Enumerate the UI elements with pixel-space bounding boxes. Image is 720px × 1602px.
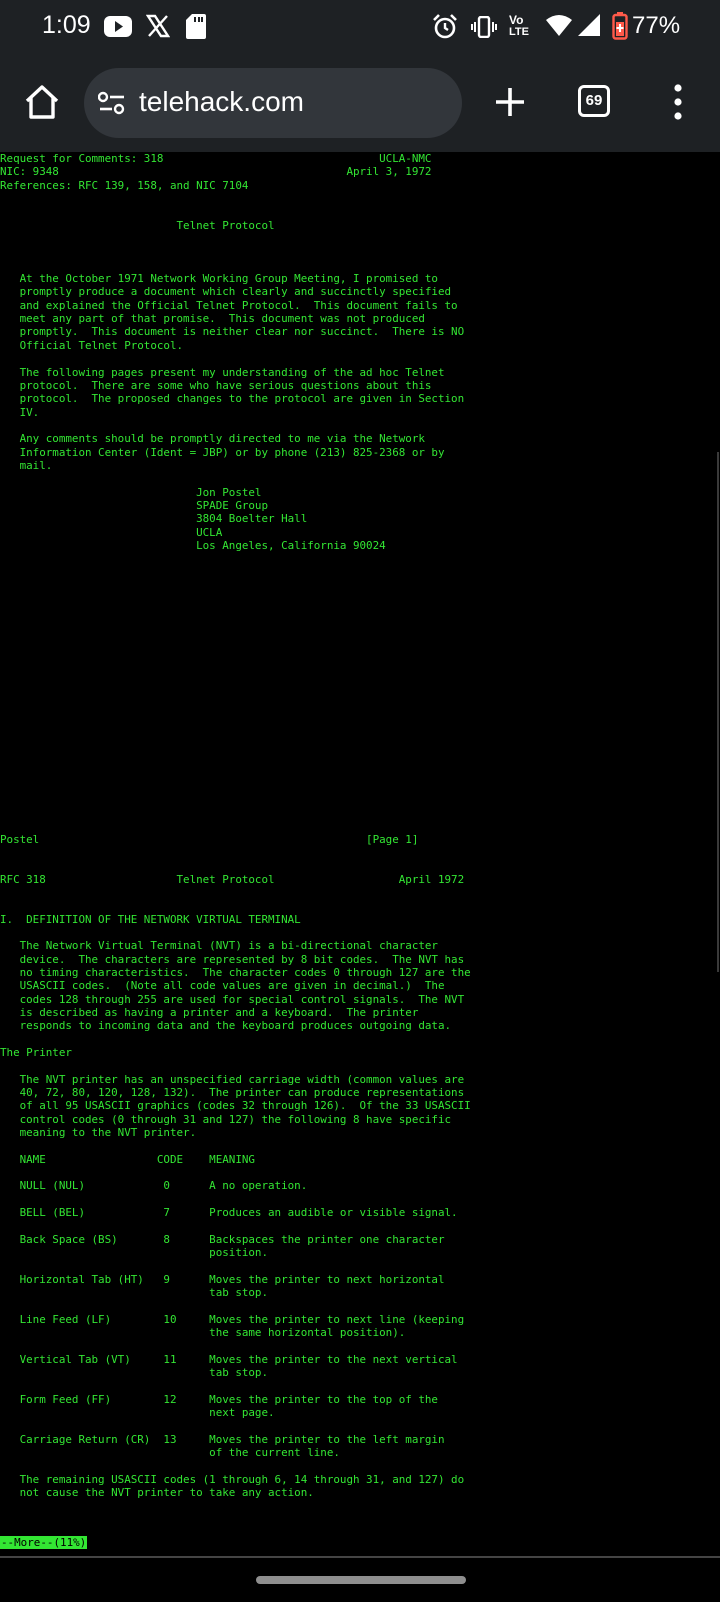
youtube-icon (104, 16, 132, 37)
url-text[interactable]: telehack.com (139, 86, 304, 118)
x-icon (146, 14, 170, 38)
address-bar[interactable]: telehack.com (84, 68, 462, 138)
tab-count: 69 (585, 92, 603, 109)
home-icon[interactable] (22, 82, 62, 122)
rfc-document-text: Request for Comments: 318 UCLA-NMC NIC: … (0, 152, 471, 1500)
tab-switcher-icon[interactable]: 69 (578, 85, 610, 117)
browser-toolbar: telehack.com 69 (0, 56, 720, 154)
status-time: 1:09 (42, 11, 91, 39)
volte-label: Vo (509, 13, 524, 27)
battery-percentage: 77% (632, 12, 681, 39)
more-vert-icon[interactable] (670, 82, 686, 122)
scrollbar[interactable] (717, 452, 719, 972)
plus-icon[interactable] (490, 82, 530, 122)
network-type-indicator: Vo LTE (508, 13, 532, 43)
gesture-navigation-bar[interactable] (256, 1576, 466, 1584)
battery-saver-icon (612, 12, 628, 40)
cell-signal-icon (578, 14, 600, 36)
sd-card-icon (186, 14, 206, 39)
wifi-icon (546, 15, 572, 36)
more-prompt[interactable]: --More--(11%) (0, 1536, 88, 1549)
alarm-icon (433, 14, 457, 39)
lte-label: LTE (509, 26, 529, 38)
site-settings-icon[interactable] (98, 90, 126, 116)
terminal-screen[interactable]: Request for Comments: 318 UCLA-NMC NIC: … (0, 152, 720, 1556)
system-navigation-area (0, 1556, 720, 1602)
status-bar: 1:09 Vo LTE 77% (0, 0, 720, 56)
vibrate-icon (471, 16, 497, 38)
